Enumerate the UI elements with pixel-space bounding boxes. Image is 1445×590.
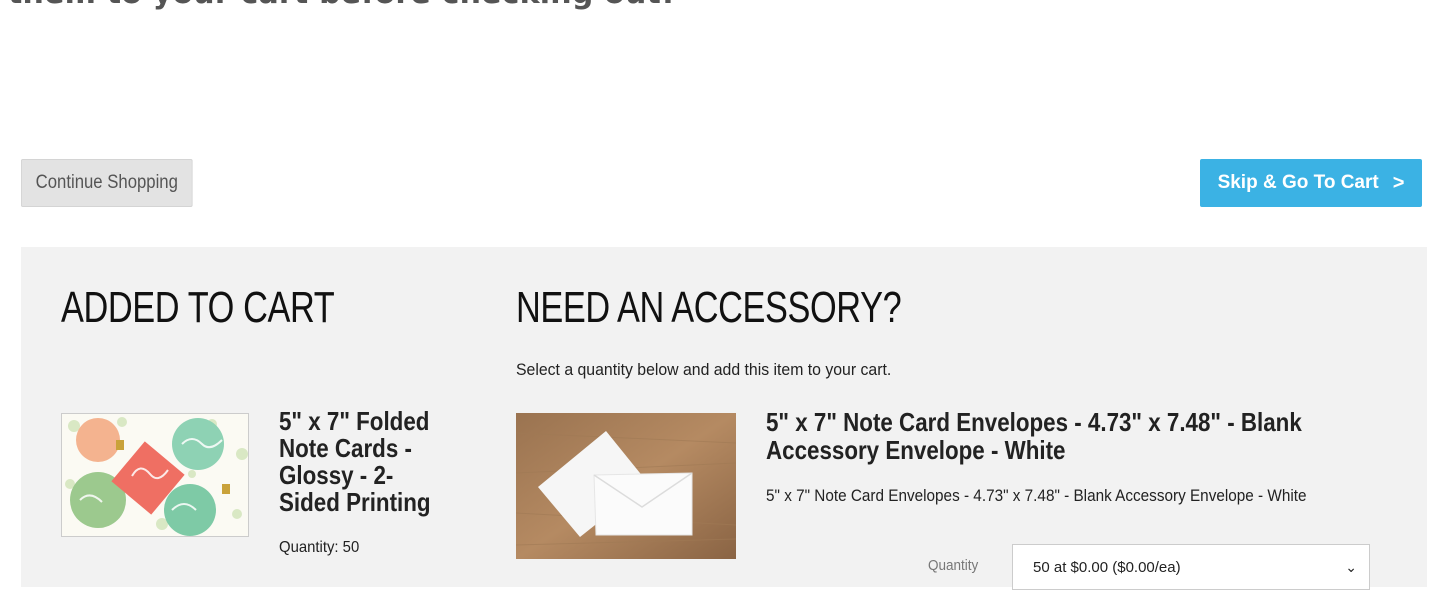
intro-text: them to your cart before checking out! — [8, 0, 675, 11]
added-to-cart-heading: ADDED TO CART — [61, 283, 335, 332]
envelope-image — [516, 413, 736, 559]
accessory-thumbnail[interactable] — [516, 413, 736, 559]
accessory-title[interactable]: 5" x 7" Note Card Envelopes - 4.73" x 7.… — [766, 408, 1316, 464]
quantity-select[interactable]: 50 at $0.00 ($0.00/ea) ⌄ — [1012, 544, 1370, 590]
continue-shopping-button[interactable]: Continue Shopping — [21, 159, 193, 207]
skip-go-to-cart-button[interactable]: Skip & Go To Cart > — [1200, 159, 1422, 207]
chevron-right-icon: > — [1392, 171, 1405, 194]
accessory-subtext: Select a quantity below and add this ite… — [516, 360, 892, 379]
skip-go-to-cart-label: Skip & Go To Cart — [1217, 172, 1379, 193]
ornament-pattern-image — [62, 414, 248, 536]
quantity-selected-value: 50 at $0.00 ($0.00/ea) — [1033, 558, 1181, 576]
accessory-description: 5" x 7" Note Card Envelopes - 4.73" x 7.… — [766, 486, 1307, 505]
continue-shopping-label: Continue Shopping — [35, 172, 178, 193]
chevron-down-icon: ⌄ — [1345, 559, 1357, 575]
added-product-quantity: Quantity: 50 — [279, 539, 360, 556]
product-thumbnail[interactable] — [61, 413, 249, 537]
quantity-label: Quantity — [928, 557, 979, 574]
need-accessory-heading: NEED AN ACCESSORY? — [516, 283, 902, 332]
added-product-title[interactable]: 5" x 7" Folded Note Cards - Glossy - 2-S… — [279, 408, 442, 516]
